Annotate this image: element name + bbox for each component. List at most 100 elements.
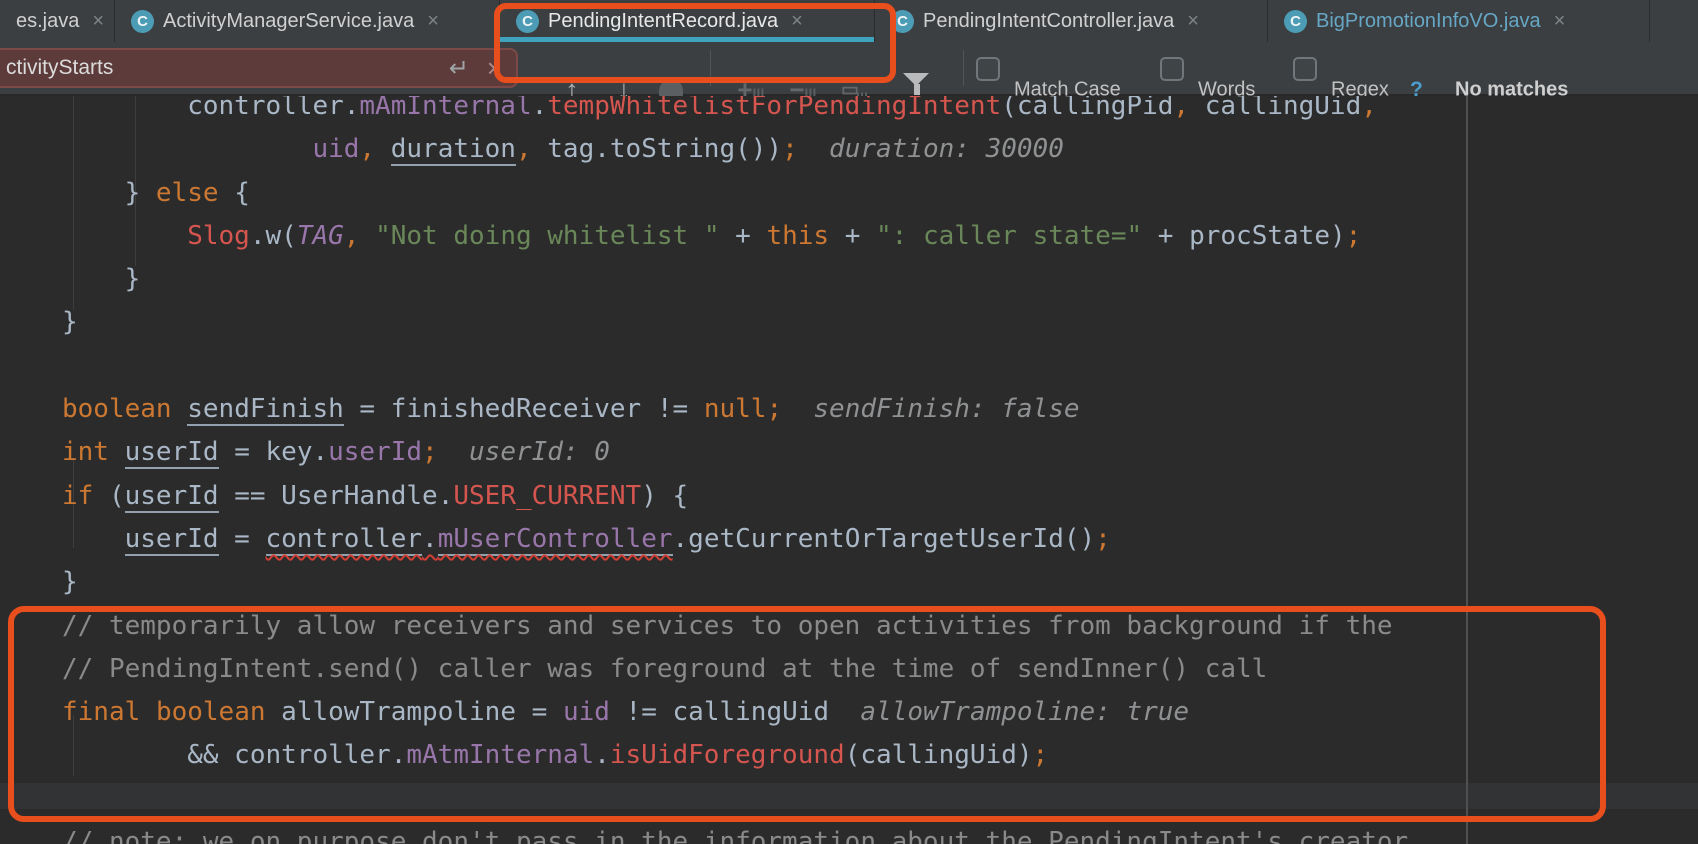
code-token: callingUid xyxy=(1189,96,1362,121)
editor-tab-bar: es.java × C ActivityManagerService.java × C Pe… xyxy=(0,0,1698,43)
code-token: tag.toString()) xyxy=(531,134,783,165)
code-token: ; xyxy=(1032,740,1049,771)
debugger-inline-hint: duration: 30000 xyxy=(797,134,1064,165)
search-query-text: ctivityStarts xyxy=(6,56,114,79)
code-token: tempWhitelistForPendingIntent xyxy=(547,96,1002,121)
code-line[interactable]: } xyxy=(0,258,1698,301)
code-line[interactable]: boolean sendFinish = finishedReceiver !=… xyxy=(0,388,1698,431)
close-tab-icon[interactable]: × xyxy=(1554,11,1566,31)
code-token: + xyxy=(719,220,767,251)
code-token: .w( xyxy=(249,220,297,251)
debugger-inline-hint: userId: 0 xyxy=(437,437,610,468)
code-line[interactable]: } else { xyxy=(0,172,1698,215)
code-line[interactable]: } xyxy=(0,301,1698,344)
code-editor[interactable]: controller.mAmInternal.tempWhitelistForP… xyxy=(0,96,1698,844)
tab-label: es.java xyxy=(16,9,80,32)
tab-label: PendingIntentRecord.java xyxy=(548,9,779,32)
code-token: mAmInternal xyxy=(359,96,532,121)
code-line[interactable]: // temporarily allow receivers and servi… xyxy=(0,605,1698,648)
code-token: } xyxy=(124,264,141,295)
code-token: ; xyxy=(766,394,783,425)
code-token: ; xyxy=(1345,220,1362,251)
find-bar: ctivityStarts ↵ × ↑ ↓ + − ▭ ? No matches… xyxy=(0,42,1698,105)
code-token: , xyxy=(515,134,532,165)
code-token: isUidForeground xyxy=(609,740,845,771)
class-icon: C xyxy=(1284,9,1307,33)
code-token: } xyxy=(124,177,156,208)
code-token: if xyxy=(62,480,94,511)
code-line-caret[interactable] xyxy=(0,778,1698,821)
code-token: .getCurrentOrTargetUserId() xyxy=(672,523,1096,554)
code-token: null xyxy=(703,394,767,425)
code-token: else xyxy=(155,177,219,208)
tab-es-java[interactable]: es.java × xyxy=(0,0,115,42)
code-token: (callingPid xyxy=(1001,96,1174,121)
code-token: // note: we on purpose don't pass in the… xyxy=(62,827,1424,844)
close-tab-icon[interactable]: × xyxy=(1187,11,1199,31)
code-token: uid xyxy=(562,697,610,728)
checkbox-words[interactable] xyxy=(1160,57,1184,81)
code-token: ) { xyxy=(641,480,689,511)
code-token: "Not doing whitelist " xyxy=(375,220,720,251)
code-token: controller xyxy=(265,523,423,556)
code-token: != callingUid xyxy=(609,697,830,728)
code-token: sendFinish xyxy=(187,394,344,427)
search-input[interactable]: ctivityStarts ↵ × xyxy=(0,48,518,88)
code-token: = xyxy=(218,523,266,554)
code-token: = finishedReceiver != xyxy=(343,394,704,425)
code-token: TAG xyxy=(296,220,344,251)
code-line[interactable]: Slog.w(TAG, "Not doing whitelist " + thi… xyxy=(0,215,1698,258)
code-token: userId xyxy=(124,437,219,470)
code-token: USER_CURRENT xyxy=(453,480,642,511)
code-token: } xyxy=(62,307,78,338)
close-tab-icon[interactable]: × xyxy=(427,11,439,31)
tab-pendingintentrecord-java[interactable]: C PendingIntentRecord.java × xyxy=(500,0,875,42)
code-token: duration xyxy=(390,134,516,167)
clear-search-icon[interactable]: × xyxy=(487,53,502,84)
tab-activitymanagerservice-java[interactable]: C ActivityManagerService.java × xyxy=(115,0,500,42)
code-token: ( xyxy=(93,480,125,511)
code-line[interactable]: int userId = key.userId; userId: 0 xyxy=(0,431,1698,474)
checkbox-match-case[interactable] xyxy=(976,57,1000,81)
code-line[interactable] xyxy=(0,345,1698,388)
code-token: { xyxy=(218,177,250,208)
code-token: boolean xyxy=(62,394,172,425)
code-token: mAtmInternal xyxy=(406,740,595,771)
code-token: ": caller state=" xyxy=(876,220,1143,251)
code-token: userId xyxy=(328,437,423,468)
code-line[interactable]: uid, duration, tag.toString()); duration… xyxy=(0,128,1698,171)
tab-label: ActivityManagerService.java xyxy=(163,9,415,32)
code-token: && controller. xyxy=(187,740,407,771)
ide-window: es.java × C ActivityManagerService.java × C Pe… xyxy=(0,0,1698,844)
code-token: , xyxy=(359,134,376,165)
tab-label: BigPromotionInfoVO.java xyxy=(1316,9,1541,32)
code-line[interactable]: userId = controller.mUserController.getC… xyxy=(0,518,1698,561)
code-line[interactable]: if (userId == UserHandle.USER_CURRENT) { xyxy=(0,475,1698,518)
code-line[interactable]: // note: we on purpose don't pass in the… xyxy=(0,821,1698,844)
tab-bigpromotioninfovo-java[interactable]: C BigPromotionInfoVO.java × xyxy=(1268,0,1650,42)
code-token: , xyxy=(1361,96,1377,121)
code-token: (callingUid) xyxy=(844,740,1033,771)
debugger-inline-hint: allowTrampoline: true xyxy=(829,697,1190,728)
class-icon: C xyxy=(516,9,539,33)
code-token: ; xyxy=(1095,523,1111,554)
code-token: } xyxy=(62,567,78,598)
code-token: Slog xyxy=(187,220,250,251)
code-token: userId xyxy=(124,523,219,556)
code-token: = key. xyxy=(218,437,329,468)
code-line[interactable]: } xyxy=(0,561,1698,604)
class-icon: C xyxy=(891,9,914,33)
debugger-inline-hint: sendFinish: false xyxy=(782,394,1080,425)
newline-icon[interactable]: ↵ xyxy=(449,54,469,83)
checkbox-regex[interactable] xyxy=(1293,57,1317,81)
tab-pendingintentcontroller-java[interactable]: C PendingIntentController.java × xyxy=(875,0,1268,42)
code-token: mUserController xyxy=(437,523,673,556)
code-line[interactable]: // PendingIntent.send() caller was foreg… xyxy=(0,648,1698,691)
code-line[interactable]: && controller.mAtmInternal.isUidForegrou… xyxy=(0,734,1698,777)
code-line[interactable]: controller.mAmInternal.tempWhitelistForP… xyxy=(0,96,1698,128)
close-tab-icon[interactable]: × xyxy=(791,11,803,31)
close-tab-icon[interactable]: × xyxy=(92,11,104,31)
code-line[interactable]: final boolean allowTrampoline = uid != c… xyxy=(0,691,1698,734)
